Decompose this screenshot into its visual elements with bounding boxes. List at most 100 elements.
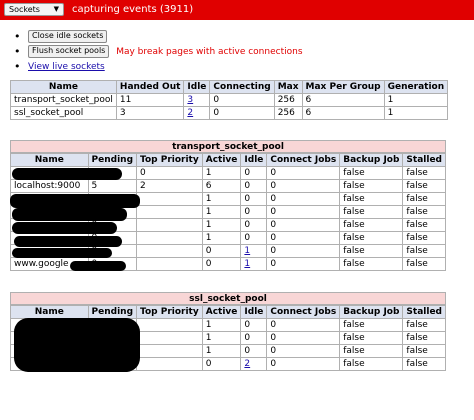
active: 0 xyxy=(201,244,242,258)
view-live-sockets-link[interactable]: View live sockets xyxy=(28,62,105,72)
list-item: View live sockets xyxy=(14,60,303,74)
active: 6 xyxy=(201,179,242,193)
active: 1 xyxy=(201,192,242,206)
summary-table: Name Handed Out Idle Connecting Max Max … xyxy=(10,80,449,120)
idle-count: 0 xyxy=(240,205,268,219)
idle-count: 0 xyxy=(240,231,268,245)
idle-link[interactable]: 2 xyxy=(244,359,250,369)
column-header: Active xyxy=(201,153,242,167)
idle-count: 1 xyxy=(240,257,268,271)
column-header: Top Priority xyxy=(136,305,203,319)
idle-link[interactable]: 3 xyxy=(187,95,193,105)
top-bar: Sockets ▼ capturing events (3911) xyxy=(0,0,474,20)
idle-link[interactable]: 1 xyxy=(244,246,250,256)
column-header: Connecting xyxy=(209,80,275,94)
idle-count: 0 xyxy=(240,218,268,232)
top-priority xyxy=(136,344,203,358)
view-select-value: Sockets xyxy=(9,5,40,14)
table-row: transport_socket_pool 11 3 0 256 6 1 xyxy=(10,93,449,107)
column-header: Name xyxy=(10,80,117,94)
close-idle-sockets-button[interactable]: Close idle sockets xyxy=(28,30,108,43)
top-priority xyxy=(136,192,203,206)
backup-job: false xyxy=(339,166,404,180)
column-header: Name xyxy=(10,305,89,319)
capture-status: capturing events (3911) xyxy=(72,4,194,15)
connect-jobs: 0 xyxy=(266,205,341,219)
generation: 1 xyxy=(383,93,449,107)
top-priority xyxy=(136,231,203,245)
table-header-row: Name Handed Out Idle Connecting Max Max … xyxy=(10,80,449,94)
view-select[interactable]: Sockets ▼ xyxy=(4,3,64,16)
idle-count: 0 xyxy=(240,166,268,180)
idle-count: 2 xyxy=(240,357,268,371)
redaction-mark xyxy=(14,318,140,372)
backup-job: false xyxy=(339,257,404,271)
active: 0 xyxy=(201,257,242,271)
connect-jobs: 0 xyxy=(266,179,341,193)
stalled: false xyxy=(402,331,446,345)
column-header: Pending xyxy=(87,305,138,319)
max-per-group: 6 xyxy=(301,106,385,120)
stalled: false xyxy=(402,218,446,232)
backup-job: false xyxy=(339,331,404,345)
column-header: Idle xyxy=(240,305,268,319)
handed-out: 3 xyxy=(115,106,185,120)
column-header: Name xyxy=(10,153,89,167)
redaction-mark xyxy=(70,261,126,271)
stalled: false xyxy=(402,231,446,245)
column-header: Pending xyxy=(87,153,138,167)
connect-jobs: 0 xyxy=(266,357,341,371)
idle-count: 2 xyxy=(183,106,211,120)
column-header: Backup Job xyxy=(339,305,404,319)
max: 256 xyxy=(273,106,303,120)
stalled: false xyxy=(402,244,446,258)
handed-out: 11 xyxy=(115,93,185,107)
table-header-row: Name Pending Top Priority Active Idle Co… xyxy=(10,305,446,319)
column-header: Top Priority xyxy=(136,153,203,167)
idle-count: 0 xyxy=(240,179,268,193)
active: 1 xyxy=(201,166,242,180)
idle-link[interactable]: 1 xyxy=(244,259,250,269)
table-header-row: Name Pending Top Priority Active Idle Co… xyxy=(10,153,446,167)
connect-jobs: 0 xyxy=(266,331,341,345)
redaction-mark xyxy=(10,194,140,208)
idle-link[interactable]: 2 xyxy=(187,108,193,118)
backup-job: false xyxy=(339,192,404,206)
active: 1 xyxy=(201,318,242,332)
redaction-mark xyxy=(12,248,112,258)
table-row: localhost:9000 5 2 6 0 0 false false xyxy=(10,179,446,193)
active: 1 xyxy=(201,218,242,232)
list-item: Close idle sockets xyxy=(14,30,303,44)
backup-job: false xyxy=(339,318,404,332)
backup-job: false xyxy=(339,231,404,245)
column-header: Active xyxy=(201,305,242,319)
flush-socket-pools-button[interactable]: Flush socket pools xyxy=(28,45,110,58)
pool-name: transport_socket_pool xyxy=(10,93,117,107)
connecting: 0 xyxy=(209,106,275,120)
action-list: Close idle sockets Flush socket pools Ma… xyxy=(14,30,303,75)
backup-job: false xyxy=(339,344,404,358)
redaction-mark xyxy=(12,208,127,221)
column-header: Max Per Group xyxy=(301,80,385,94)
top-priority: 2 xyxy=(136,179,203,193)
top-priority xyxy=(136,357,203,371)
pool-name: ssl_socket_pool xyxy=(10,106,117,120)
stalled: false xyxy=(402,205,446,219)
backup-job: false xyxy=(339,205,404,219)
max-per-group: 6 xyxy=(301,93,385,107)
top-priority xyxy=(136,257,203,271)
top-priority xyxy=(136,205,203,219)
active: 1 xyxy=(201,231,242,245)
connect-jobs: 0 xyxy=(266,166,341,180)
backup-job: false xyxy=(339,357,404,371)
idle-count: 3 xyxy=(183,93,211,107)
column-header: Handed Out xyxy=(115,80,185,94)
idle-count: 0 xyxy=(240,192,268,206)
top-priority xyxy=(136,318,203,332)
pending: 5 xyxy=(87,179,138,193)
column-header: Connect Jobs xyxy=(266,153,341,167)
stalled: false xyxy=(402,179,446,193)
stalled: false xyxy=(402,166,446,180)
ssl-pool-title: ssl_socket_pool xyxy=(10,292,446,305)
flush-warning: May break pages with active connections xyxy=(116,47,303,57)
